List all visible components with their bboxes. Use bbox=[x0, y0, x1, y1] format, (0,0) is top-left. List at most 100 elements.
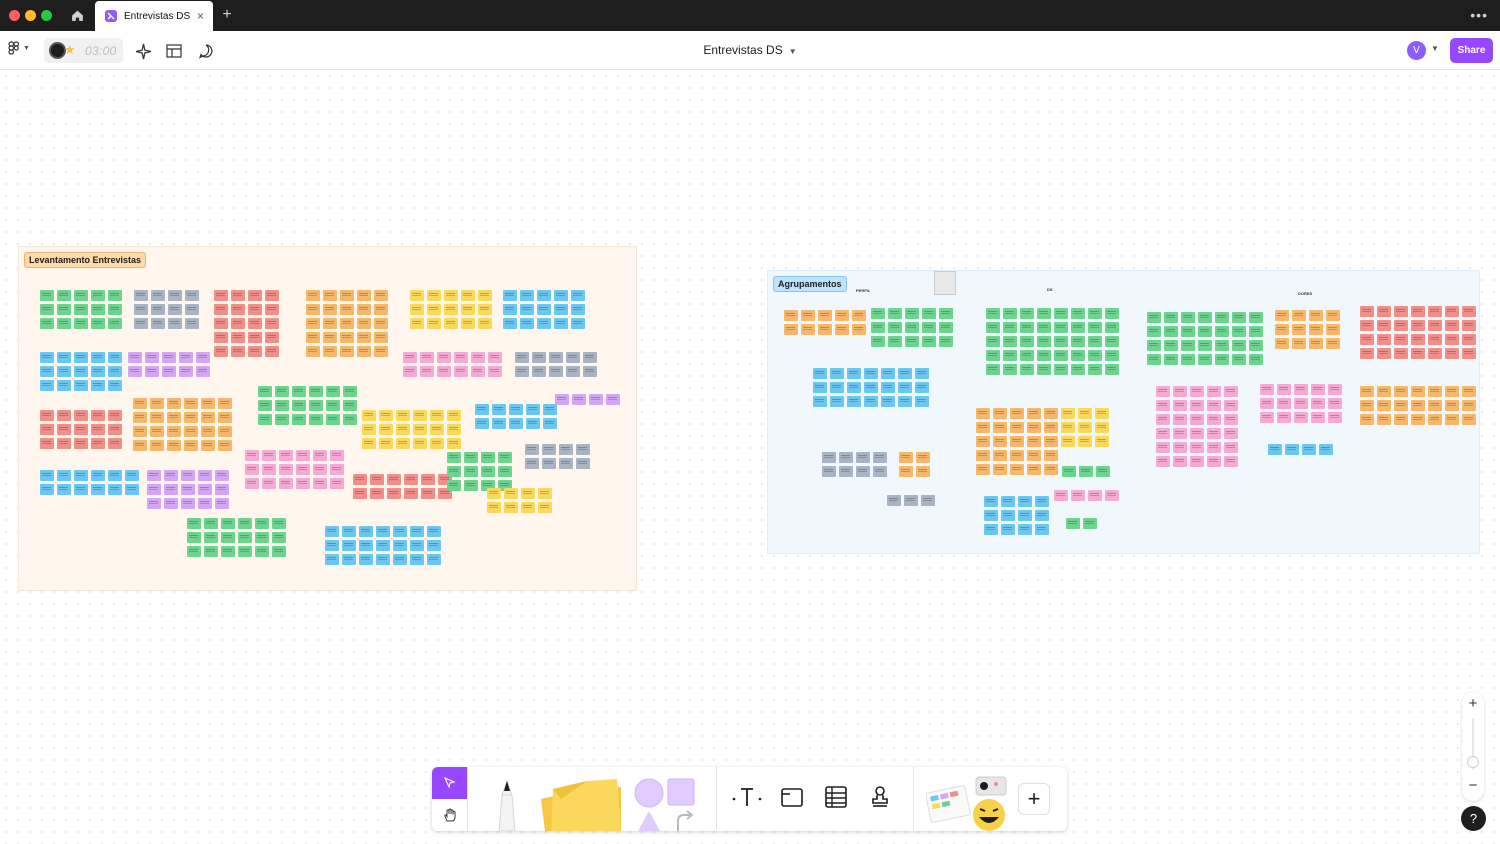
sticky-note[interactable] bbox=[1445, 348, 1459, 359]
sticky-note[interactable] bbox=[447, 424, 461, 435]
sticky-note[interactable] bbox=[939, 308, 953, 319]
sticky-note[interactable] bbox=[362, 424, 376, 435]
sticky-note-cluster[interactable] bbox=[1360, 306, 1476, 359]
sticky-note[interactable] bbox=[881, 368, 895, 379]
sticky-note[interactable] bbox=[1215, 326, 1229, 337]
sticky-note[interactable] bbox=[245, 478, 259, 489]
sticky-note[interactable] bbox=[108, 304, 122, 315]
sticky-note[interactable] bbox=[125, 484, 139, 495]
sticky-note[interactable] bbox=[325, 554, 339, 565]
sticky-note[interactable] bbox=[549, 366, 563, 377]
sticky-note[interactable] bbox=[1462, 306, 1476, 317]
active-tab[interactable]: Entrevistas DS × bbox=[95, 1, 213, 31]
sticky-note[interactable] bbox=[984, 510, 998, 521]
sticky-note[interactable] bbox=[1066, 518, 1080, 529]
sticky-note[interactable] bbox=[74, 304, 88, 315]
sticky-note-cluster[interactable] bbox=[822, 452, 887, 477]
sticky-note[interactable] bbox=[238, 532, 252, 543]
sticky-note[interactable] bbox=[145, 366, 159, 377]
sticky-note[interactable] bbox=[1027, 464, 1041, 475]
sticky-note[interactable] bbox=[403, 366, 417, 377]
sticky-note[interactable] bbox=[265, 346, 279, 357]
sticky-note[interactable] bbox=[1249, 354, 1263, 365]
sticky-note[interactable] bbox=[196, 352, 210, 363]
sticky-note[interactable] bbox=[1173, 414, 1187, 425]
sticky-note[interactable] bbox=[839, 452, 853, 463]
sticky-note[interactable] bbox=[993, 408, 1007, 419]
sticky-note[interactable] bbox=[181, 484, 195, 495]
sticky-note[interactable] bbox=[134, 304, 148, 315]
sticky-note[interactable] bbox=[1164, 354, 1178, 365]
sticky-note[interactable] bbox=[1190, 442, 1204, 453]
sticky-note[interactable] bbox=[91, 438, 105, 449]
sticky-note[interactable] bbox=[404, 488, 418, 499]
sticky-note[interactable] bbox=[1428, 414, 1442, 425]
sticky-note[interactable] bbox=[40, 424, 54, 435]
sticky-note[interactable] bbox=[905, 308, 919, 319]
sticky-note[interactable] bbox=[498, 466, 512, 477]
sticky-note[interactable] bbox=[279, 464, 293, 475]
sticky-note[interactable] bbox=[74, 290, 88, 301]
sticky-note[interactable] bbox=[357, 332, 371, 343]
sticky-note[interactable] bbox=[272, 546, 286, 557]
sticky-note[interactable] bbox=[576, 458, 590, 469]
sticky-note[interactable] bbox=[74, 318, 88, 329]
sticky-note[interactable] bbox=[214, 346, 228, 357]
sticky-note[interactable] bbox=[1198, 326, 1212, 337]
sticky-note[interactable] bbox=[1224, 442, 1238, 453]
pen-tool-button[interactable] bbox=[487, 777, 527, 832]
sticky-note[interactable] bbox=[185, 318, 199, 329]
sticky-note[interactable] bbox=[864, 368, 878, 379]
sticky-note-cluster[interactable] bbox=[410, 290, 492, 329]
sticky-note[interactable] bbox=[275, 414, 289, 425]
sticky-note[interactable] bbox=[566, 366, 580, 377]
sticky-note[interactable] bbox=[342, 526, 356, 537]
sticky-note[interactable] bbox=[1054, 322, 1068, 333]
sticky-note[interactable] bbox=[1232, 326, 1246, 337]
sticky-note[interactable] bbox=[1311, 412, 1325, 423]
sticky-note[interactable] bbox=[881, 396, 895, 407]
sticky-note[interactable] bbox=[147, 498, 161, 509]
shapes-tool-button[interactable] bbox=[632, 777, 700, 831]
sticky-note[interactable] bbox=[1260, 412, 1274, 423]
sticky-note[interactable] bbox=[532, 366, 546, 377]
sticky-note[interactable] bbox=[1445, 320, 1459, 331]
sticky-note[interactable] bbox=[1394, 306, 1408, 317]
sticky-note[interactable] bbox=[526, 404, 540, 415]
sticky-note[interactable] bbox=[532, 352, 546, 363]
sticky-note[interactable] bbox=[343, 400, 357, 411]
sticky-note[interactable] bbox=[1311, 384, 1325, 395]
sticky-note-cluster[interactable] bbox=[887, 495, 935, 506]
sticky-note[interactable] bbox=[1181, 326, 1195, 337]
sticky-note[interactable] bbox=[74, 380, 88, 391]
sticky-note[interactable] bbox=[583, 352, 597, 363]
sticky-note[interactable] bbox=[265, 332, 279, 343]
sticky-note[interactable] bbox=[1277, 384, 1291, 395]
sticky-note[interactable] bbox=[1027, 450, 1041, 461]
sticky-note-cluster[interactable] bbox=[353, 474, 452, 499]
sticky-note[interactable] bbox=[487, 488, 501, 499]
sticky-note[interactable] bbox=[1445, 306, 1459, 317]
sticky-note[interactable] bbox=[231, 304, 245, 315]
sticky-note[interactable] bbox=[1260, 384, 1274, 395]
sticky-note[interactable] bbox=[437, 352, 451, 363]
sticky-note[interactable] bbox=[248, 290, 262, 301]
sticky-note[interactable] bbox=[181, 470, 195, 481]
sticky-note[interactable] bbox=[221, 518, 235, 529]
sticky-note[interactable] bbox=[265, 318, 279, 329]
sticky-note-cluster[interactable] bbox=[555, 394, 620, 405]
sticky-note[interactable] bbox=[481, 466, 495, 477]
sticky-note[interactable] bbox=[427, 290, 441, 301]
sticky-note[interactable] bbox=[1190, 400, 1204, 411]
sticky-note[interactable] bbox=[1285, 444, 1299, 455]
sticky-note[interactable] bbox=[1054, 350, 1068, 361]
sticky-note[interactable] bbox=[1377, 306, 1391, 317]
sticky-note[interactable] bbox=[475, 404, 489, 415]
sticky-note[interactable] bbox=[554, 318, 568, 329]
sticky-note[interactable] bbox=[847, 382, 861, 393]
sticky-note[interactable] bbox=[309, 386, 323, 397]
sticky-note[interactable] bbox=[379, 438, 393, 449]
sticky-note[interactable] bbox=[818, 310, 832, 321]
sticky-note[interactable] bbox=[1020, 350, 1034, 361]
sticky-note[interactable] bbox=[1147, 354, 1161, 365]
